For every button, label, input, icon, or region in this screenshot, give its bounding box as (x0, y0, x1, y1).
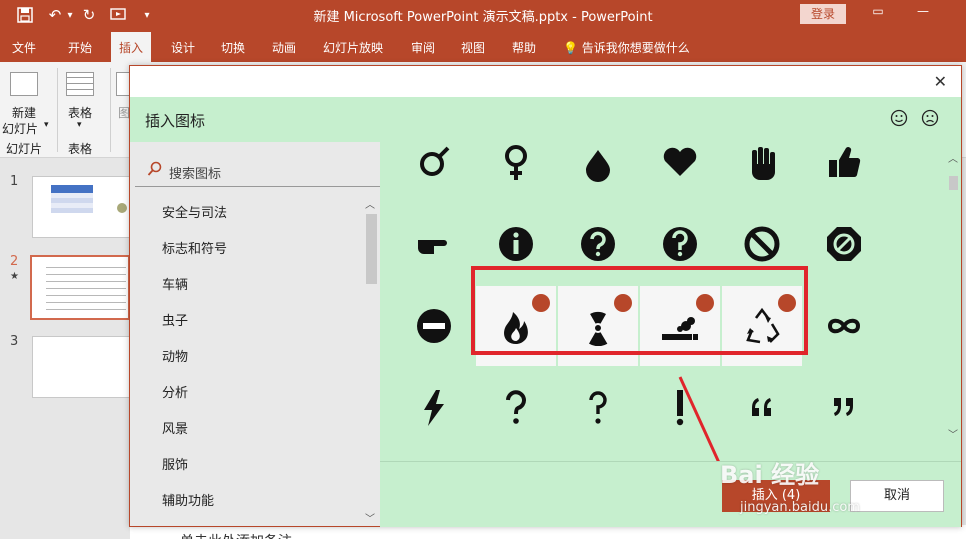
image-icon[interactable] (116, 72, 130, 96)
group-divider (57, 68, 58, 152)
tab-help[interactable]: 帮助 (512, 39, 536, 56)
table-dropdown-icon[interactable]: ▾ (77, 120, 82, 130)
slide-number: 2 (10, 254, 19, 269)
tab-home[interactable]: 开始 (68, 39, 92, 56)
new-slide-label-2[interactable]: 幻灯片 (2, 120, 38, 137)
lightning-icon[interactable] (394, 368, 474, 448)
thumbnail-text-lines (46, 265, 126, 313)
insert-icons-dialog: ✕ 插入图标 搜索图标 安全与司法 标志和符号 车辆 虫子 动物 分析 风景 服… (129, 65, 962, 527)
close-icon[interactable]: ✕ (934, 72, 947, 91)
thumbnail-image (117, 203, 127, 213)
scroll-up-icon[interactable]: ︿ (365, 196, 375, 211)
gender-symbol-icon[interactable] (394, 142, 474, 202)
category-item[interactable]: 风景 (162, 418, 188, 437)
scrollbar-thumb[interactable] (366, 214, 377, 284)
no-entry-octagon-icon[interactable] (804, 204, 884, 284)
pointing-hand-icon[interactable] (394, 204, 474, 284)
close-quote-icon[interactable] (804, 368, 884, 448)
tell-me-search[interactable]: 💡 告诉我你想要做什么 (563, 39, 690, 56)
thumbs-up-icon[interactable] (804, 142, 884, 202)
ribbon-tabs: 文件 开始 插入 设计 切换 动画 幻灯片放映 审阅 视图 帮助 💡 告诉我你想… (0, 32, 966, 62)
slide-thumbnail-3[interactable] (32, 336, 130, 398)
category-item[interactable]: 虫子 (162, 310, 188, 329)
slides-group-label: 幻灯片 (6, 142, 43, 156)
search-icon (147, 161, 162, 176)
search-placeholder: 搜索图标 (169, 167, 222, 182)
slide-thumbnail-1[interactable] (32, 176, 130, 238)
tab-slideshow[interactable]: 幻灯片放映 (323, 39, 383, 56)
category-panel: 搜索图标 安全与司法 标志和符号 车辆 虫子 动物 分析 风景 服饰 辅助功能 … (130, 142, 380, 526)
slide-thumbnail-2[interactable] (30, 255, 130, 320)
question-hook-icon[interactable] (558, 368, 638, 448)
login-button[interactable]: 登录 (800, 4, 846, 24)
slide-thumbnail-pane: 1 2 ★ 3 (0, 158, 130, 539)
category-item[interactable]: 安全与司法 (162, 202, 227, 221)
group-divider (110, 68, 111, 152)
question-mark-icon[interactable] (476, 368, 556, 448)
scroll-up-icon[interactable]: ︿ (948, 150, 958, 165)
ribbon-display-options-icon[interactable]: ▭ (870, 4, 886, 20)
table-label[interactable]: 表格 (68, 104, 92, 121)
tell-me-label: 告诉我你想要做什么 (581, 41, 690, 55)
table-icon[interactable] (66, 72, 94, 96)
watermark-url: jingyan.baidu.com (740, 500, 860, 515)
dialog-header: 插入图标 (130, 97, 961, 142)
category-item[interactable]: 标志和符号 (162, 238, 227, 257)
tab-transitions[interactable]: 切换 (221, 39, 245, 56)
tab-review[interactable]: 审阅 (411, 39, 435, 56)
tab-file[interactable]: 文件 (12, 39, 36, 56)
selection-highlight-box (471, 266, 808, 355)
do-not-enter-icon[interactable] (394, 286, 474, 366)
thumbnail-table-header (51, 185, 93, 193)
table-group-label: 表格 (68, 142, 93, 156)
smiley-feedback-icon[interactable] (890, 109, 908, 127)
scrollbar-thumb[interactable] (949, 176, 958, 190)
watermark-logo: Bai 经验 (720, 461, 820, 489)
heart-icon[interactable] (640, 142, 720, 202)
water-drop-icon[interactable] (558, 142, 638, 202)
new-slide-icon[interactable] (10, 72, 38, 96)
animation-star-icon: ★ (10, 271, 19, 282)
category-item[interactable]: 分析 (162, 382, 188, 401)
slide-number: 3 (10, 334, 19, 349)
title-bar: ↶ ▾ ↻ ▾ 新建 Microsoft PowerPoint 演示文稿.ppt… (0, 0, 966, 32)
new-slide-label-1[interactable]: 新建 (12, 104, 36, 121)
category-item[interactable]: 服饰 (162, 454, 188, 473)
tab-design[interactable]: 设计 (171, 39, 195, 56)
powerpoint-window: ↶ ▾ ↻ ▾ 新建 Microsoft PowerPoint 演示文稿.ppt… (0, 0, 966, 539)
stop-hand-icon[interactable] (722, 142, 802, 202)
tab-insert[interactable]: 插入 (111, 32, 152, 62)
tab-view[interactable]: 视图 (461, 39, 485, 56)
tab-animations[interactable]: 动画 (272, 39, 296, 56)
category-item[interactable]: 动物 (162, 346, 188, 365)
scroll-down-icon[interactable]: ﹀ (948, 426, 958, 441)
lightbulb-icon: 💡 (563, 41, 578, 55)
dialog-title: 插入图标 (145, 112, 206, 130)
slide-number: 1 (10, 174, 19, 189)
cancel-button[interactable]: 取消 (850, 480, 944, 512)
icon-grid-scrollbar[interactable]: ︿ ﹀ (946, 142, 961, 442)
dialog-footer: 插入 (4) 取消 (380, 461, 961, 527)
minimize-icon[interactable]: — (915, 4, 931, 20)
thumbnail-table-body (51, 193, 93, 213)
infinity-icon[interactable] (804, 286, 884, 366)
category-item[interactable]: 辅助功能 (162, 490, 214, 509)
female-symbol-icon[interactable] (476, 142, 556, 202)
search-input[interactable]: 搜索图标 (135, 147, 380, 187)
new-slide-dropdown-icon[interactable]: ▾ (44, 120, 49, 130)
frown-feedback-icon[interactable] (921, 109, 939, 127)
scroll-down-icon[interactable]: ﹀ (365, 510, 375, 525)
category-scrollbar[interactable]: ︿ ﹀ (363, 192, 380, 526)
category-item[interactable]: 车辆 (162, 274, 188, 293)
notes-placeholder[interactable]: 单击此处添加备注 (180, 531, 292, 539)
